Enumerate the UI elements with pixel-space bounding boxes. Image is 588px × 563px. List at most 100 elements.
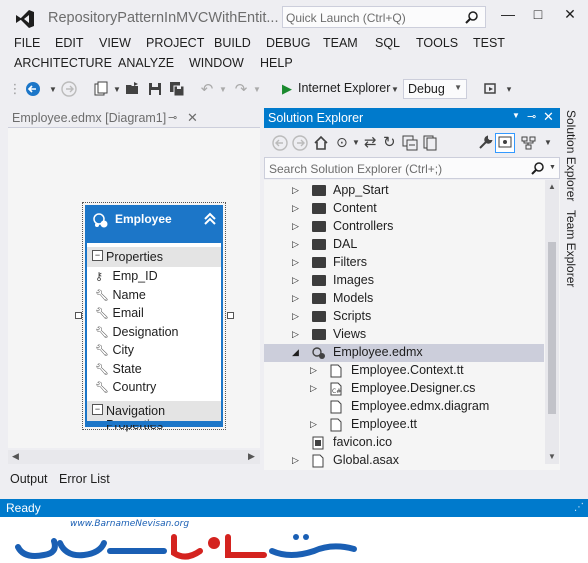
expand-arrow-icon[interactable]: ▷ (292, 221, 299, 232)
tree-item[interactable]: ▷ Scripts (264, 308, 544, 326)
entity-property[interactable]: ⚷ Emp_ID (95, 269, 158, 287)
menu-sql[interactable]: SQL (375, 36, 400, 50)
expand-arrow-icon[interactable]: ▷ (310, 365, 317, 376)
redo-dropdown-icon[interactable]: ▼ (248, 80, 266, 98)
tree-item[interactable]: ▷ Models (264, 290, 544, 308)
scroll-right-icon[interactable]: ▶ (248, 451, 255, 462)
pin-icon[interactable]: ⊸ (527, 110, 536, 123)
class-view-icon[interactable] (521, 135, 537, 151)
attach-process-icon[interactable] (482, 80, 500, 98)
resize-handle-right[interactable] (227, 312, 234, 319)
designer-horizontal-scrollbar[interactable]: ◀ ▶ (8, 450, 260, 464)
document-tab[interactable]: Employee.edmx [Diagram1] ⊸ ✕ (8, 108, 204, 128)
menu-team[interactable]: TEAM (323, 36, 358, 50)
search-options-icon[interactable]: ▼ (549, 164, 556, 171)
navigation-section-header[interactable]: − Navigation Properties (87, 401, 221, 432)
menu-view[interactable]: VIEW (99, 36, 131, 50)
forward-icon[interactable] (292, 135, 308, 151)
tree-item[interactable]: ▷ Views (264, 326, 544, 344)
collapse-all-icon[interactable] (402, 135, 418, 151)
menu-architecture[interactable]: ARCHITECTURE (14, 56, 112, 70)
solution-tree-vertical-scrollbar[interactable]: ▲ ▼ (545, 180, 559, 464)
tree-item[interactable]: ▷ DAL (264, 236, 544, 254)
entity-property[interactable]: 🔧︎ Email (95, 306, 144, 324)
resize-handle-left[interactable] (75, 312, 82, 319)
tree-item[interactable]: Employee.edmx.diagram (264, 398, 544, 416)
expand-arrow-icon[interactable]: ▷ (292, 257, 299, 268)
open-file-icon[interactable] (124, 80, 142, 98)
menu-help[interactable]: HELP (260, 56, 293, 70)
undo-dropdown-icon[interactable]: ▼ (214, 80, 232, 98)
expand-arrow-icon[interactable]: ▷ (292, 311, 299, 322)
toolbar-options-icon[interactable]: ▾ (500, 80, 518, 98)
collapse-arrow-icon[interactable]: ◢ (292, 347, 299, 358)
solution-configuration-select[interactable]: Debug ▼ (403, 79, 467, 99)
menu-edit[interactable]: EDIT (55, 36, 83, 50)
properties-section-header[interactable]: − Properties (87, 247, 221, 267)
tree-item[interactable]: ▷ Content (264, 200, 544, 218)
expand-arrow-icon[interactable]: ▷ (292, 275, 299, 286)
entity-property[interactable]: 🔧︎ Name (95, 288, 146, 306)
expand-arrow-icon[interactable]: ▷ (292, 293, 299, 304)
menu-test[interactable]: TEST (473, 36, 505, 50)
start-debugging-icon[interactable]: ▶ (278, 80, 296, 98)
save-icon[interactable] (146, 80, 164, 98)
scroll-down-icon[interactable]: ▼ (548, 452, 556, 461)
run-target-button[interactable]: Internet Explorer (298, 81, 390, 95)
tree-item[interactable]: favicon.ico (264, 434, 544, 452)
save-all-icon[interactable] (168, 80, 186, 98)
navigate-back-icon[interactable] (24, 80, 42, 98)
minimize-button[interactable]: — (496, 6, 520, 28)
refresh-icon[interactable]: ↻ (383, 133, 396, 151)
sync-active-document-icon[interactable]: ⇄ (364, 133, 377, 151)
tree-item[interactable]: ▷ Employee.Context.tt (264, 362, 544, 380)
entity-header[interactable]: Employee (87, 207, 221, 243)
tree-item[interactable]: ▷ App_Start (264, 182, 544, 200)
quick-launch-input[interactable]: Quick Launch (Ctrl+Q) (282, 6, 486, 28)
menu-window[interactable]: WINDOW (189, 56, 244, 70)
tree-item[interactable]: ▷ Filters (264, 254, 544, 272)
side-tab-solution-explorer[interactable]: Solution Explorer (564, 110, 578, 201)
tree-item-selected[interactable]: ◢ Employee.edmx (264, 344, 544, 362)
entity-property[interactable]: 🔧︎ Country (95, 380, 156, 398)
expand-arrow-icon[interactable]: ▷ (292, 203, 299, 214)
side-tab-team-explorer[interactable]: Team Explorer (564, 210, 578, 287)
close-button[interactable]: ✕ (558, 6, 582, 28)
expand-arrow-icon[interactable]: ▷ (292, 239, 299, 250)
employee-entity-shape[interactable]: Employee − Properties ⚷ Emp_ID 🔧︎ Name 🔧… (82, 202, 226, 432)
menu-project[interactable]: PROJECT (146, 36, 204, 50)
view-dropdown-icon[interactable]: ▼ (544, 138, 552, 147)
home-icon[interactable] (313, 135, 329, 151)
tree-item[interactable]: ▷ Global.asax (264, 452, 544, 470)
show-all-files-icon[interactable] (422, 135, 438, 151)
tree-item[interactable]: ▷ Employee.tt (264, 416, 544, 434)
menu-tools[interactable]: TOOLS (416, 36, 458, 50)
back-icon[interactable] (272, 135, 288, 151)
expand-arrow-icon[interactable]: ▷ (310, 419, 317, 430)
menu-analyze[interactable]: ANALYZE (118, 56, 174, 70)
collapse-entity-icon[interactable] (203, 212, 217, 226)
expand-arrow-icon[interactable]: ▷ (310, 383, 317, 394)
pending-changes-filter-icon[interactable]: ⊙ (336, 134, 348, 151)
filter-dropdown-icon[interactable]: ▼ (352, 138, 360, 147)
preview-selected-items-button[interactable] (495, 133, 515, 153)
scroll-left-icon[interactable]: ◀ (12, 451, 19, 462)
entity-property[interactable]: 🔧︎ State (95, 362, 142, 380)
close-panel-icon[interactable]: ✕ (543, 109, 554, 125)
entity-property[interactable]: 🔧︎ Designation (95, 325, 179, 343)
menu-build[interactable]: BUILD (214, 36, 251, 50)
tree-item[interactable]: ▷ Controllers (264, 218, 544, 236)
pin-icon[interactable]: ⊸ (168, 111, 177, 124)
tree-item[interactable]: ▷ Images (264, 272, 544, 290)
expand-arrow-icon[interactable]: ▷ (292, 185, 299, 196)
window-position-icon[interactable]: ▼ (512, 111, 520, 120)
expand-arrow-icon[interactable]: ▷ (292, 329, 299, 340)
properties-wrench-icon[interactable] (477, 135, 493, 151)
solution-explorer-search-input[interactable]: Search Solution Explorer (Ctrl+;) ▼ (264, 157, 560, 179)
close-tab-icon[interactable]: ✕ (187, 110, 198, 126)
tab-output[interactable]: Output (10, 472, 48, 486)
navigate-forward-icon[interactable] (60, 80, 78, 98)
search-icon[interactable] (531, 161, 545, 175)
restore-button[interactable]: □ (526, 6, 550, 28)
menu-debug[interactable]: DEBUG (266, 36, 310, 50)
